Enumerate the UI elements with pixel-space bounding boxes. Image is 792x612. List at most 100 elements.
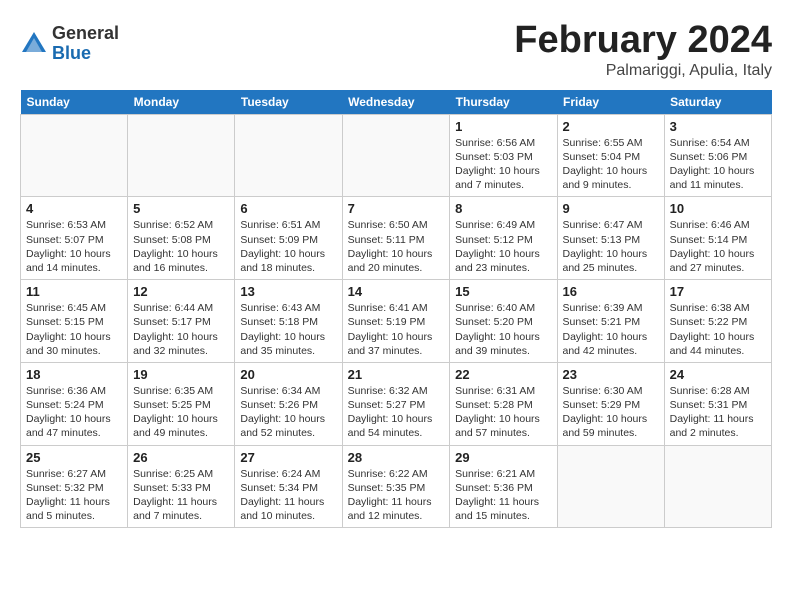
day-number: 21 xyxy=(348,367,445,382)
calendar-cell: 3 Sunrise: 6:54 AM Sunset: 5:06 PM Daylig… xyxy=(664,114,771,197)
day-number: 24 xyxy=(670,367,766,382)
day-info: Sunrise: 6:56 AM Sunset: 5:03 PM Dayligh… xyxy=(455,136,551,193)
calendar-week-row: 18 Sunrise: 6:36 AM Sunset: 5:24 PM Dayli… xyxy=(21,362,772,445)
title-block: February 2024 Palmariggi, Apulia, Italy xyxy=(514,20,772,80)
day-number: 14 xyxy=(348,284,445,299)
calendar-cell: 22 Sunrise: 6:31 AM Sunset: 5:28 PM Dayli… xyxy=(450,362,557,445)
calendar-cell: 29 Sunrise: 6:21 AM Sunset: 5:36 PM Dayli… xyxy=(450,445,557,528)
day-number: 17 xyxy=(670,284,766,299)
calendar-cell xyxy=(557,445,664,528)
day-info: Sunrise: 6:54 AM Sunset: 5:06 PM Dayligh… xyxy=(670,136,766,193)
day-info: Sunrise: 6:43 AM Sunset: 5:18 PM Dayligh… xyxy=(240,301,336,358)
calendar-body: 1 Sunrise: 6:56 AM Sunset: 5:03 PM Daylig… xyxy=(21,114,772,527)
day-info: Sunrise: 6:31 AM Sunset: 5:28 PM Dayligh… xyxy=(455,384,551,441)
day-number: 9 xyxy=(563,201,659,216)
day-info: Sunrise: 6:47 AM Sunset: 5:13 PM Dayligh… xyxy=(563,218,659,275)
day-info: Sunrise: 6:51 AM Sunset: 5:09 PM Dayligh… xyxy=(240,218,336,275)
day-info: Sunrise: 6:46 AM Sunset: 5:14 PM Dayligh… xyxy=(670,218,766,275)
day-info: Sunrise: 6:30 AM Sunset: 5:29 PM Dayligh… xyxy=(563,384,659,441)
calendar-week-row: 1 Sunrise: 6:56 AM Sunset: 5:03 PM Daylig… xyxy=(21,114,772,197)
weekday-header: Tuesday xyxy=(235,90,342,115)
calendar-cell xyxy=(235,114,342,197)
calendar-cell: 12 Sunrise: 6:44 AM Sunset: 5:17 PM Dayli… xyxy=(128,280,235,363)
day-info: Sunrise: 6:21 AM Sunset: 5:36 PM Dayligh… xyxy=(455,467,551,524)
calendar-cell: 1 Sunrise: 6:56 AM Sunset: 5:03 PM Daylig… xyxy=(450,114,557,197)
calendar-cell: 25 Sunrise: 6:27 AM Sunset: 5:32 PM Dayli… xyxy=(21,445,128,528)
day-info: Sunrise: 6:53 AM Sunset: 5:07 PM Dayligh… xyxy=(26,218,122,275)
day-number: 12 xyxy=(133,284,229,299)
calendar-cell: 6 Sunrise: 6:51 AM Sunset: 5:09 PM Daylig… xyxy=(235,197,342,280)
day-number: 1 xyxy=(455,119,551,134)
calendar-cell xyxy=(342,114,450,197)
day-number: 8 xyxy=(455,201,551,216)
calendar-cell: 10 Sunrise: 6:46 AM Sunset: 5:14 PM Dayli… xyxy=(664,197,771,280)
day-info: Sunrise: 6:35 AM Sunset: 5:25 PM Dayligh… xyxy=(133,384,229,441)
day-info: Sunrise: 6:36 AM Sunset: 5:24 PM Dayligh… xyxy=(26,384,122,441)
month-title: February 2024 xyxy=(514,20,772,62)
day-info: Sunrise: 6:55 AM Sunset: 5:04 PM Dayligh… xyxy=(563,136,659,193)
day-info: Sunrise: 6:32 AM Sunset: 5:27 PM Dayligh… xyxy=(348,384,445,441)
calendar-cell: 17 Sunrise: 6:38 AM Sunset: 5:22 PM Dayli… xyxy=(664,280,771,363)
day-number: 13 xyxy=(240,284,336,299)
day-number: 11 xyxy=(26,284,122,299)
calendar-cell: 5 Sunrise: 6:52 AM Sunset: 5:08 PM Daylig… xyxy=(128,197,235,280)
day-info: Sunrise: 6:27 AM Sunset: 5:32 PM Dayligh… xyxy=(26,467,122,524)
calendar-cell: 24Sunrise: 6:28 AM Sunset: 5:31 PM Dayli… xyxy=(664,362,771,445)
day-info: Sunrise: 6:25 AM Sunset: 5:33 PM Dayligh… xyxy=(133,467,229,524)
day-number: 2 xyxy=(563,119,659,134)
calendar-cell: 28Sunrise: 6:22 AM Sunset: 5:35 PM Dayli… xyxy=(342,445,450,528)
calendar-cell: 11 Sunrise: 6:45 AM Sunset: 5:15 PM Dayli… xyxy=(21,280,128,363)
day-info: Sunrise: 6:24 AM Sunset: 5:34 PM Dayligh… xyxy=(240,467,336,524)
calendar-cell xyxy=(664,445,771,528)
weekday-header: Sunday xyxy=(21,90,128,115)
weekday-header: Thursday xyxy=(450,90,557,115)
day-info: Sunrise: 6:40 AM Sunset: 5:20 PM Dayligh… xyxy=(455,301,551,358)
logo-icon xyxy=(20,30,48,58)
day-number: 4 xyxy=(26,201,122,216)
day-number: 10 xyxy=(670,201,766,216)
day-number: 7 xyxy=(348,201,445,216)
day-number: 3 xyxy=(670,119,766,134)
day-number: 23 xyxy=(563,367,659,382)
weekday-header: Wednesday xyxy=(342,90,450,115)
calendar-table: SundayMondayTuesdayWednesdayThursdayFrid… xyxy=(20,90,772,528)
calendar-cell: 26Sunrise: 6:25 AM Sunset: 5:33 PM Dayli… xyxy=(128,445,235,528)
day-info: Sunrise: 6:41 AM Sunset: 5:19 PM Dayligh… xyxy=(348,301,445,358)
day-info: Sunrise: 6:44 AM Sunset: 5:17 PM Dayligh… xyxy=(133,301,229,358)
day-number: 28 xyxy=(348,450,445,465)
header-row: SundayMondayTuesdayWednesdayThursdayFrid… xyxy=(21,90,772,115)
calendar-cell: 4 Sunrise: 6:53 AM Sunset: 5:07 PM Daylig… xyxy=(21,197,128,280)
day-number: 25 xyxy=(26,450,122,465)
day-info: Sunrise: 6:50 AM Sunset: 5:11 PM Dayligh… xyxy=(348,218,445,275)
day-number: 16 xyxy=(563,284,659,299)
calendar-week-row: 4 Sunrise: 6:53 AM Sunset: 5:07 PM Daylig… xyxy=(21,197,772,280)
weekday-header: Monday xyxy=(128,90,235,115)
day-number: 6 xyxy=(240,201,336,216)
calendar-cell: 21 Sunrise: 6:32 AM Sunset: 5:27 PM Dayli… xyxy=(342,362,450,445)
logo-blue-text: Blue xyxy=(52,44,119,64)
calendar-cell: 13 Sunrise: 6:43 AM Sunset: 5:18 PM Dayli… xyxy=(235,280,342,363)
location-title: Palmariggi, Apulia, Italy xyxy=(514,62,772,80)
day-info: Sunrise: 6:38 AM Sunset: 5:22 PM Dayligh… xyxy=(670,301,766,358)
calendar-cell: 16 Sunrise: 6:39 AM Sunset: 5:21 PM Dayli… xyxy=(557,280,664,363)
weekday-header: Saturday xyxy=(664,90,771,115)
day-info: Sunrise: 6:49 AM Sunset: 5:12 PM Dayligh… xyxy=(455,218,551,275)
calendar-cell: 20 Sunrise: 6:34 AM Sunset: 5:26 PM Dayli… xyxy=(235,362,342,445)
calendar-cell: 23 Sunrise: 6:30 AM Sunset: 5:29 PM Dayli… xyxy=(557,362,664,445)
day-info: Sunrise: 6:52 AM Sunset: 5:08 PM Dayligh… xyxy=(133,218,229,275)
day-info: Sunrise: 6:39 AM Sunset: 5:21 PM Dayligh… xyxy=(563,301,659,358)
weekday-header: Friday xyxy=(557,90,664,115)
day-number: 29 xyxy=(455,450,551,465)
calendar-cell: 7 Sunrise: 6:50 AM Sunset: 5:11 PM Daylig… xyxy=(342,197,450,280)
day-number: 22 xyxy=(455,367,551,382)
day-number: 18 xyxy=(26,367,122,382)
calendar-cell: 19Sunrise: 6:35 AM Sunset: 5:25 PM Dayli… xyxy=(128,362,235,445)
day-info: Sunrise: 6:45 AM Sunset: 5:15 PM Dayligh… xyxy=(26,301,122,358)
calendar-cell xyxy=(128,114,235,197)
calendar-cell: 27Sunrise: 6:24 AM Sunset: 5:34 PM Dayli… xyxy=(235,445,342,528)
calendar-cell: 14 Sunrise: 6:41 AM Sunset: 5:19 PM Dayli… xyxy=(342,280,450,363)
calendar-cell: 15Sunrise: 6:40 AM Sunset: 5:20 PM Dayli… xyxy=(450,280,557,363)
day-number: 20 xyxy=(240,367,336,382)
day-info: Sunrise: 6:34 AM Sunset: 5:26 PM Dayligh… xyxy=(240,384,336,441)
day-number: 5 xyxy=(133,201,229,216)
